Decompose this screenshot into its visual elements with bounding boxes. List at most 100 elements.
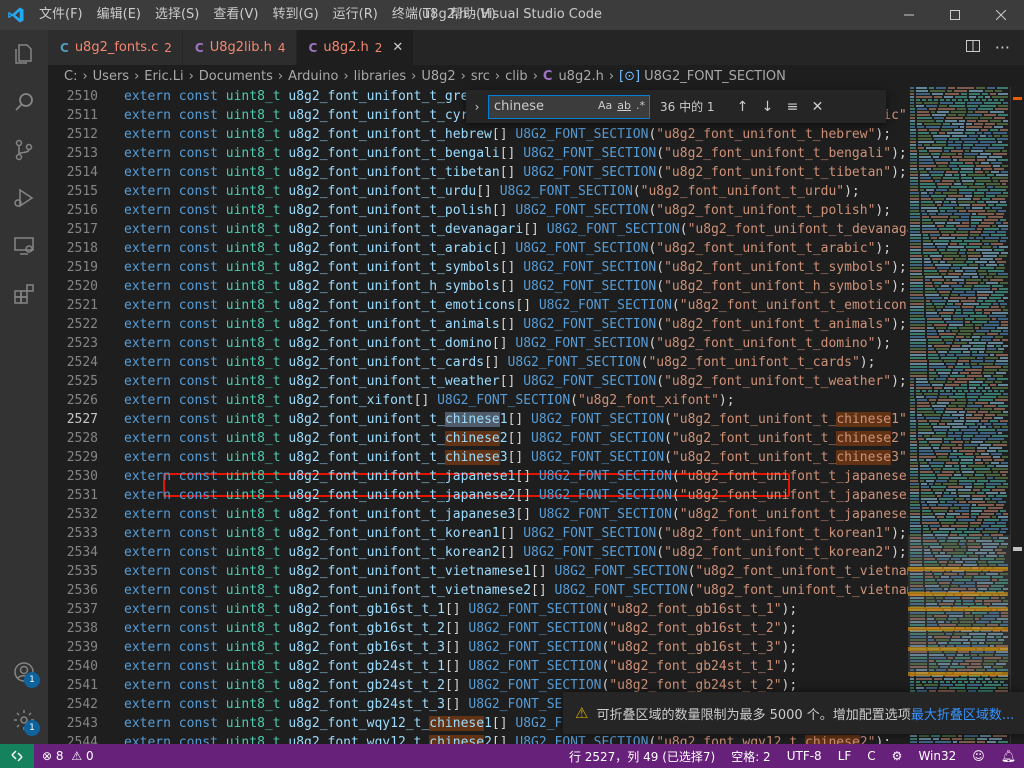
- code-line[interactable]: 2522 extern const uint8_t u8g2_font_unifo…: [48, 315, 908, 334]
- explorer-icon[interactable]: [0, 30, 48, 78]
- run-debug-icon[interactable]: [0, 174, 48, 222]
- code-text: extern const uint8_t u8g2_font_unifont_t…: [124, 241, 892, 256]
- code-line[interactable]: 2525 extern const uint8_t u8g2_font_unifo…: [48, 372, 908, 391]
- menu-item[interactable]: 终端(T): [385, 0, 443, 30]
- code-text: extern const uint8_t u8g2_font_wqy12_t_c…: [124, 733, 891, 744]
- more-actions-icon[interactable]: ···: [995, 38, 1010, 57]
- tab-u8g2-h[interactable]: C u8g2.h 2 ✕: [296, 30, 415, 65]
- accounts-icon[interactable]: 1: [0, 648, 48, 696]
- previous-match-arrow-up-icon[interactable]: ↑: [730, 99, 755, 115]
- menu-item[interactable]: 查看(V): [206, 0, 265, 30]
- breadcrumb-item[interactable]: libraries: [354, 69, 407, 84]
- breadcrumb-item[interactable]: Users: [93, 69, 129, 84]
- code-line[interactable]: 2514 extern const uint8_t u8g2_font_unifo…: [48, 163, 908, 182]
- breadcrumb-item[interactable]: clib: [505, 69, 528, 84]
- minimap[interactable]: [908, 87, 1010, 744]
- source-control-icon[interactable]: [0, 126, 48, 174]
- extensions-icon[interactable]: [0, 270, 48, 318]
- code-line[interactable]: 2519 extern const uint8_t u8g2_font_unifo…: [48, 258, 908, 277]
- feedback-icon[interactable]: ☺: [964, 749, 993, 763]
- end-of-line[interactable]: LF: [830, 749, 860, 763]
- code-line[interactable]: 2536 extern const uint8_t u8g2_font_unifo…: [48, 581, 908, 600]
- code-line[interactable]: 2534 extern const uint8_t u8g2_font_unifo…: [48, 543, 908, 562]
- breadcrumb-item[interactable]: src: [471, 69, 490, 84]
- toggle-replace-chevron-icon[interactable]: ›: [466, 100, 488, 114]
- close-window-button[interactable]: [978, 0, 1024, 30]
- code-line[interactable]: 2524 extern const uint8_t u8g2_font_unifo…: [48, 353, 908, 372]
- code-text: extern const uint8_t u8g2_font_gb16st_t_…: [124, 640, 798, 655]
- code-line[interactable]: 2540 extern const uint8_t u8g2_font_gb24s…: [48, 657, 908, 676]
- close-find-icon[interactable]: ✕: [805, 99, 830, 115]
- platform-config[interactable]: Win32: [910, 749, 964, 763]
- tab-label: U8g2lib.h: [209, 40, 272, 55]
- problems-status[interactable]: ⊗ 8 ⚠ 0: [34, 749, 102, 763]
- code-editor[interactable]: 2510 extern const uint8_t u8g2_font_unifo…: [48, 87, 908, 744]
- use-regex-toggle[interactable]: .*: [636, 99, 645, 112]
- code-line[interactable]: 2515 extern const uint8_t u8g2_font_unifo…: [48, 182, 908, 201]
- code-line[interactable]: 2535 extern const uint8_t u8g2_font_unifo…: [48, 562, 908, 581]
- split-editor-icon[interactable]: [965, 38, 981, 58]
- code-line[interactable]: 2537 extern const uint8_t u8g2_font_gb16s…: [48, 600, 908, 619]
- code-line[interactable]: 2527 extern const uint8_t u8g2_font_unifo…: [48, 410, 908, 429]
- menu-item[interactable]: 编辑(E): [90, 0, 148, 30]
- remote-indicator-icon[interactable]: [0, 744, 34, 768]
- search-icon[interactable]: [0, 78, 48, 126]
- breadcrumb-file[interactable]: u8g2.h: [558, 69, 603, 84]
- code-line[interactable]: 2544 extern const uint8_t u8g2_font_wqy12…: [48, 733, 908, 744]
- match-whole-word-toggle[interactable]: ab: [617, 99, 631, 112]
- breadcrumb-item[interactable]: Documents: [199, 69, 273, 84]
- menu-item[interactable]: 文件(F): [32, 0, 90, 30]
- code-line[interactable]: 2526 extern const uint8_t u8g2_font_xifon…: [48, 391, 908, 410]
- menu-item[interactable]: 帮助(H): [443, 0, 503, 30]
- tab-u8g2lib-h[interactable]: C U8g2lib.h 4: [182, 30, 297, 65]
- remote-explorer-icon[interactable]: [0, 222, 48, 270]
- code-line[interactable]: 2516 extern const uint8_t u8g2_font_unifo…: [48, 201, 908, 220]
- next-match-arrow-down-icon[interactable]: ↓: [755, 99, 780, 115]
- code-line[interactable]: 2512 extern const uint8_t u8g2_font_unifo…: [48, 125, 908, 144]
- code-line[interactable]: 2528 extern const uint8_t u8g2_font_unifo…: [48, 429, 908, 448]
- breadcrumb-item[interactable]: Eric.Li: [144, 69, 183, 84]
- close-tab-icon[interactable]: ✕: [392, 40, 403, 55]
- code-line[interactable]: 2517 extern const uint8_t u8g2_font_unifo…: [48, 220, 908, 239]
- cursor-position[interactable]: 行 2527，列 49 (已选择7): [561, 748, 723, 765]
- match-case-toggle[interactable]: Aa: [598, 99, 612, 112]
- code-line[interactable]: 2530 extern const uint8_t u8g2_font_unifo…: [48, 467, 908, 486]
- menu-item[interactable]: 转到(G): [265, 0, 325, 30]
- settings-gear-icon[interactable]: 1: [0, 696, 48, 744]
- notifications-bell-icon[interactable]: 🔔︎: [993, 749, 1024, 763]
- indentation[interactable]: 空格: 2: [723, 748, 779, 765]
- find-input[interactable]: chinese Aa ab .*: [488, 94, 650, 119]
- code-text: extern const uint8_t u8g2_font_unifont_t…: [124, 374, 907, 389]
- code-line[interactable]: 2539 extern const uint8_t u8g2_font_gb16s…: [48, 638, 908, 657]
- code-line[interactable]: 2518 extern const uint8_t u8g2_font_unifo…: [48, 239, 908, 258]
- code-line[interactable]: 2520 extern const uint8_t u8g2_font_unifo…: [48, 277, 908, 296]
- breadcrumb-symbol[interactable]: U8G2_FONT_SECTION: [644, 69, 786, 84]
- find-in-selection-icon[interactable]: ≡: [780, 99, 805, 115]
- breadcrumb-item[interactable]: C:: [64, 69, 77, 84]
- code-text: extern const uint8_t u8g2_font_unifont_t…: [124, 431, 908, 446]
- vertical-scrollbar[interactable]: [1010, 87, 1024, 744]
- line-number: 2515: [66, 184, 98, 199]
- breadcrumb-item[interactable]: U8g2: [421, 69, 455, 84]
- notification-settings-link[interactable]: 最大折叠区域数...: [911, 704, 1014, 723]
- menu-item[interactable]: 运行(R): [326, 0, 385, 30]
- tab-u8g2-fonts-c[interactable]: C u8g2_fonts.c 2: [48, 30, 183, 65]
- code-line[interactable]: 2531 extern const uint8_t u8g2_font_unifo…: [48, 486, 908, 505]
- code-line[interactable]: 2513 extern const uint8_t u8g2_font_unifo…: [48, 144, 908, 163]
- language-mode[interactable]: C: [859, 749, 883, 763]
- h-file-icon: C: [542, 68, 553, 84]
- code-line[interactable]: 2523 extern const uint8_t u8g2_font_unifo…: [48, 334, 908, 353]
- code-line[interactable]: 2533 extern const uint8_t u8g2_font_unifo…: [48, 524, 908, 543]
- minimize-button[interactable]: [886, 0, 932, 30]
- code-line[interactable]: 2538 extern const uint8_t u8g2_font_gb16s…: [48, 619, 908, 638]
- menu-item[interactable]: 选择(S): [148, 0, 206, 30]
- encoding[interactable]: UTF-8: [779, 749, 830, 763]
- breadcrumb-item[interactable]: Arduino: [288, 69, 338, 84]
- c-file-icon: C: [60, 40, 69, 55]
- line-number: 2523: [66, 336, 98, 351]
- code-line[interactable]: 2521 extern const uint8_t u8g2_font_unifo…: [48, 296, 908, 315]
- code-line[interactable]: 2529 extern const uint8_t u8g2_font_unifo…: [48, 448, 908, 467]
- code-line[interactable]: 2532 extern const uint8_t u8g2_font_unifo…: [48, 505, 908, 524]
- c-cpp-config-icon[interactable]: ⚙: [884, 749, 911, 763]
- maximize-button[interactable]: [932, 0, 978, 30]
